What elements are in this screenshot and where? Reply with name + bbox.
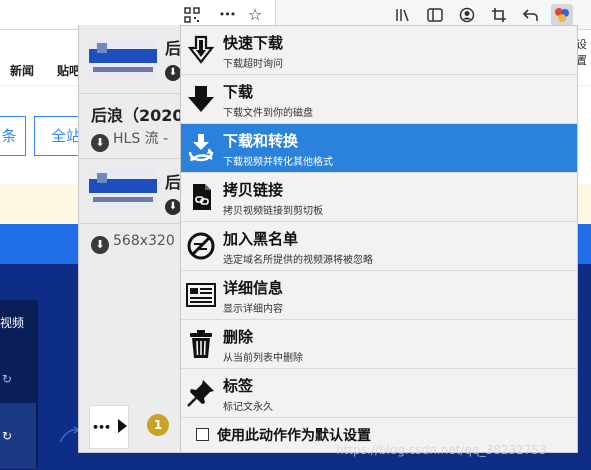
bookmark-star-icon[interactable]: ☆: [247, 7, 263, 23]
download-convert-icon: [185, 132, 217, 164]
video-list-item[interactable]: ⬇ 568x320: [79, 224, 181, 264]
video-thumbnail: [89, 37, 157, 81]
video-format: HLS 流 -: [113, 131, 169, 147]
search-button[interactable]: 条: [0, 116, 26, 156]
video-subtitle: ⬇ HLS 流 -: [91, 128, 168, 152]
action-details[interactable]: 详细信息 显示详细内容: [181, 271, 577, 320]
action-delete[interactable]: 删除 从当前列表中删除: [181, 320, 577, 369]
trash-icon: [185, 328, 217, 360]
video-list-item[interactable]: 后 ⬇: [79, 159, 181, 223]
action-quick-download[interactable]: 快速下载 下载超时询问: [181, 26, 577, 75]
play-arrow-icon: [117, 419, 127, 433]
action-blacklist[interactable]: 加入黑名单 选定域名所提供的视频源将被忽略: [181, 222, 577, 271]
action-menu: 快速下载 下载超时询问 下载 下载文件到你的磁盘 下载和转换 下载视频并转化其他…: [180, 25, 578, 453]
reader-view-icon[interactable]: [427, 7, 443, 23]
action-description: 拷贝视频链接到剪切板: [223, 206, 323, 217]
action-download-convert[interactable]: 下载和转换 下载视频并转化其他格式: [181, 124, 577, 173]
blacklist-icon: [185, 230, 217, 262]
default-setting-label: 使用此动作作为默认设置: [217, 428, 371, 444]
more-horizontal-icon[interactable]: •••: [216, 7, 238, 23]
video-title-fragment: 后: [165, 39, 182, 58]
qr-code-icon[interactable]: [184, 7, 200, 23]
video-thumbnail: [89, 167, 157, 211]
download-icon[interactable]: ⬇: [165, 65, 181, 81]
refresh-icon[interactable]: ↻: [2, 372, 12, 386]
details-icon: [185, 279, 217, 311]
download-icon[interactable]: ⬇: [91, 134, 109, 152]
video-subtitle: ⬇ 568x320: [91, 233, 175, 254]
more-actions-button[interactable]: •••: [89, 405, 129, 449]
side-card-active-item[interactable]: ↻: [0, 403, 36, 469]
account-icon[interactable]: [459, 7, 475, 23]
video-title-fragment: 后: [165, 173, 182, 192]
undo-icon[interactable]: [522, 7, 539, 23]
download-icon[interactable]: ⬇: [91, 236, 109, 254]
nav-link-news[interactable]: 新闻: [10, 62, 34, 79]
action-download[interactable]: 下载 下载文件到你的磁盘: [181, 75, 577, 124]
action-description: 标记文永久: [223, 402, 273, 413]
download-icon: [185, 83, 217, 115]
pin-icon: [185, 377, 217, 409]
settings-link[interactable]: 设置: [576, 36, 591, 68]
action-copy-link[interactable]: 拷贝链接 拷贝视频链接到剪切板: [181, 173, 577, 222]
action-label: 删除: [223, 328, 254, 346]
side-card-label: 视频: [0, 316, 25, 330]
more-horizontal-icon: •••: [92, 421, 111, 434]
action-label: 下载和转换: [223, 132, 299, 150]
download-icon[interactable]: ⬇: [165, 199, 181, 215]
side-card: 视频 ↻ ↻: [0, 300, 38, 470]
video-list-panel: 后 ⬇ 后浪（2020 ⬇ HLS 流 - 后 ⬇ ⬇ 568x320 ••• 1: [78, 25, 184, 453]
action-label: 拷贝链接: [223, 181, 284, 199]
crop-icon[interactable]: [491, 7, 507, 23]
action-label: 加入黑名单: [223, 230, 299, 248]
action-label: 标签: [223, 377, 254, 395]
video-title: 后浪（2020: [91, 106, 184, 125]
action-description: 下载文件到你的磁盘: [223, 108, 313, 119]
copy-link-icon: [185, 181, 217, 213]
action-description: 显示详细内容: [223, 304, 283, 315]
extension-icon[interactable]: [551, 4, 573, 26]
pending-count-badge: 1: [147, 414, 169, 436]
action-label: 详细信息: [223, 279, 284, 297]
action-description: 下载超时询问: [223, 59, 283, 70]
video-list-item[interactable]: 后浪（2020 ⬇ HLS 流 -: [79, 94, 184, 158]
action-description: 下载视频并转化其他格式: [223, 157, 333, 168]
action-pin[interactable]: 标签 标记文永久: [181, 369, 577, 418]
action-label: 下载: [223, 83, 254, 101]
action-label: 快速下载: [223, 34, 284, 52]
library-icon[interactable]: [394, 7, 410, 23]
video-list-item[interactable]: 后 ⬇: [79, 25, 181, 93]
watermark: https://blog.csdn.net/qq_38232753: [336, 443, 547, 457]
action-description: 选定域名所提供的视频源将被忽略: [223, 255, 373, 266]
refresh-icon[interactable]: ↻: [2, 429, 12, 443]
quick-download-icon: [185, 34, 217, 66]
action-description: 从当前列表中删除: [223, 353, 303, 364]
default-setting-checkbox[interactable]: [196, 428, 209, 441]
video-resolution: 568x320: [113, 233, 175, 249]
